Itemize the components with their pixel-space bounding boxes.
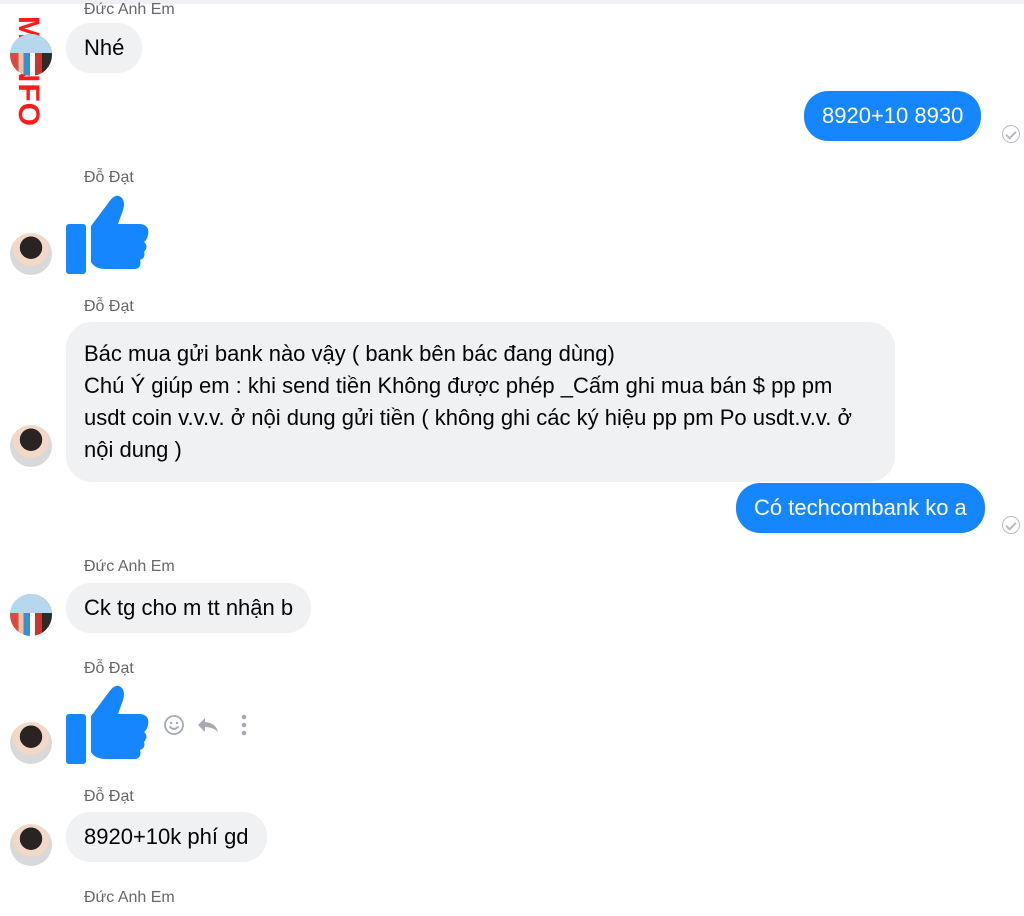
- sent-check-icon: [1002, 516, 1020, 534]
- message-bubble-incoming[interactable]: Ck tg cho m tt nhận b: [66, 583, 312, 633]
- smiley-icon[interactable]: [161, 711, 187, 739]
- sent-check-icon: [1002, 125, 1020, 143]
- avatar[interactable]: [10, 425, 52, 467]
- sender-name: Đức Anh Em: [84, 889, 175, 906]
- avatar[interactable]: [10, 233, 52, 275]
- message-bubble-incoming[interactable]: Nhé: [66, 23, 143, 73]
- sender-name: Đỗ Đạt: [84, 788, 134, 805]
- message-actions: [161, 711, 261, 739]
- thumbs-up-icon[interactable]: [64, 190, 150, 276]
- avatar[interactable]: [10, 594, 52, 636]
- message-bubble-incoming[interactable]: 8920+10k phí gd: [66, 812, 267, 862]
- sender-name: Đỗ Đạt: [84, 660, 134, 677]
- avatar[interactable]: [10, 824, 52, 866]
- reply-icon[interactable]: [195, 711, 221, 739]
- avatar[interactable]: [10, 34, 52, 76]
- sender-name: Đức Anh Em: [84, 558, 175, 575]
- more-vertical-icon[interactable]: [231, 711, 257, 739]
- avatar[interactable]: [10, 722, 52, 764]
- message-bubble-outgoing[interactable]: Có techcombank ko a: [736, 483, 985, 533]
- sender-name: Đỗ Đạt: [84, 169, 134, 186]
- thumbs-up-icon[interactable]: [64, 680, 150, 766]
- sender-name: Đức Anh Em: [84, 1, 175, 18]
- message-bubble-outgoing[interactable]: 8920+10 8930: [804, 91, 982, 141]
- message-bubble-incoming[interactable]: Bác mua gửi bank nào vậy ( bank bên bác …: [66, 322, 895, 482]
- sender-name: Đỗ Đạt: [84, 298, 134, 315]
